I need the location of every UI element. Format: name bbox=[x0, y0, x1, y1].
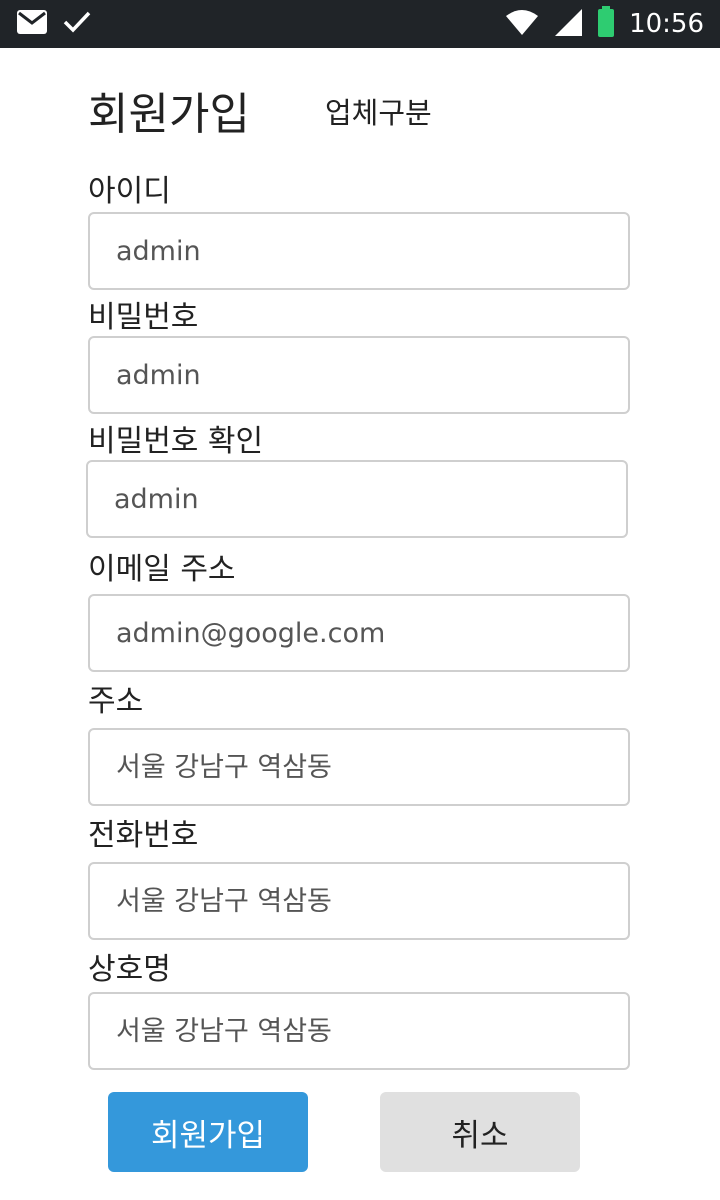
password-confirm-field[interactable] bbox=[86, 460, 628, 538]
address-field[interactable] bbox=[88, 728, 630, 806]
email-field[interactable] bbox=[88, 594, 630, 672]
username-field[interactable] bbox=[88, 212, 630, 290]
email-label: 이메일 주소 bbox=[88, 552, 236, 587]
company-type-label[interactable]: 업체구분 bbox=[325, 90, 432, 132]
phone-field[interactable] bbox=[88, 862, 630, 940]
password-label: 비밀번호 bbox=[88, 300, 199, 335]
battery-icon bbox=[597, 6, 615, 42]
password-confirm-label: 비밀번호 확인 bbox=[88, 424, 264, 459]
mail-icon bbox=[16, 9, 48, 39]
status-bar: 10:56 bbox=[0, 0, 720, 48]
wifi-icon bbox=[505, 8, 539, 40]
check-icon bbox=[62, 9, 92, 39]
cancel-button[interactable]: 취소 bbox=[380, 1092, 580, 1172]
phone-label: 전화번호 bbox=[88, 818, 199, 853]
username-label: 아이디 bbox=[88, 174, 171, 209]
clock: 10:56 bbox=[629, 9, 704, 39]
page-title: 회원가입 bbox=[88, 89, 250, 140]
business-name-field[interactable] bbox=[88, 992, 630, 1070]
signup-button[interactable]: 회원가입 bbox=[108, 1092, 308, 1172]
address-label: 주소 bbox=[88, 684, 144, 719]
password-field[interactable] bbox=[88, 336, 630, 414]
signal-icon bbox=[553, 7, 583, 41]
business-name-label: 상호명 bbox=[88, 952, 171, 987]
